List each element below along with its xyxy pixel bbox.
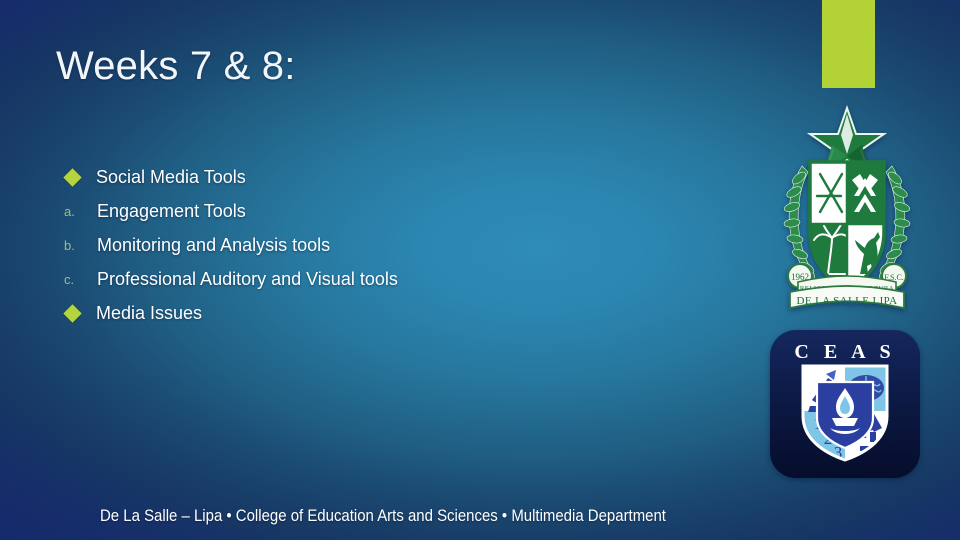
list-item-label: Media Issues [96, 302, 203, 323]
list-item: b. Monitoring and Analysis tools [56, 228, 716, 262]
list-item: c. Professional Auditory and Visual tool… [56, 262, 716, 296]
bullet-list: Social Media Tools a. Engagement Tools b… [56, 160, 716, 330]
green-accent-bar [822, 0, 875, 88]
de-la-salle-lipa-crest-icon: 1962 F.S.C. RELIGIO MORES CULTURA DE LA … [772, 104, 922, 312]
list-item: Media Issues [56, 296, 716, 330]
ceas-letters: C E A S [794, 341, 895, 363]
letter-marker: c. [64, 271, 75, 287]
page-title: Weeks 7 & 8: [56, 44, 296, 88]
list-item-label: Engagement Tools [97, 200, 246, 221]
letter-marker: b. [64, 237, 75, 253]
list-item: Social Media Tools [56, 160, 716, 194]
list-item-label: Professional Auditory and Visual tools [97, 268, 398, 289]
list-item: a. Engagement Tools [56, 194, 716, 228]
slide-footer: De La Salle – Lipa • College of Educatio… [100, 506, 666, 525]
crest-banner: DE LA SALLE LIPA [796, 295, 897, 307]
list-item-label: Social Media Tools [96, 166, 246, 187]
letter-marker: a. [64, 203, 75, 219]
ceas-logo-icon: C E A S 3 [770, 330, 920, 478]
list-item-label: Monitoring and Analysis tools [97, 234, 331, 255]
presentation-slide: Weeks 7 & 8: Social Media Tools a. Engag… [0, 0, 960, 540]
diamond-bullet-icon [63, 167, 82, 187]
diamond-bullet-icon [63, 303, 82, 323]
